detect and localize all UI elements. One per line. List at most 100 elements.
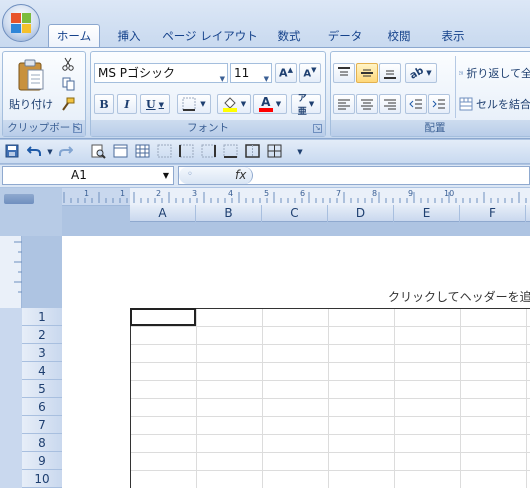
tab-page-layout[interactable]: ページ レイアウト (160, 26, 260, 46)
normal-view-icon[interactable] (134, 144, 150, 160)
row-header-8[interactable]: 8 (22, 434, 62, 452)
customize-qat-icon[interactable]: ▼ (292, 144, 308, 160)
align-center-icon (361, 99, 373, 110)
ruler-toggle[interactable] (4, 194, 34, 204)
tab-formulas[interactable]: 数式 (266, 26, 312, 46)
underline-button[interactable]: U ▼ (140, 94, 170, 114)
active-cell-a1[interactable] (130, 308, 196, 326)
border-outside-icon[interactable] (244, 144, 260, 160)
font-launcher-icon[interactable]: ↘ (313, 124, 322, 133)
ruler-number: 2 (156, 189, 162, 198)
copy-button[interactable] (59, 76, 77, 92)
paint-bucket-icon (222, 97, 237, 112)
chevron-down-icon: ▼ (263, 75, 269, 83)
ruler-number: 10 (444, 189, 455, 198)
border-bottom-icon[interactable] (222, 144, 238, 160)
bold-button[interactable]: B (94, 94, 114, 114)
column-header-d[interactable]: D (328, 205, 394, 222)
paste-icon (18, 59, 44, 91)
row-header-6[interactable]: 6 (22, 398, 62, 416)
column-header-f[interactable]: F (460, 205, 526, 222)
wrap-text-button[interactable]: 折り返して全 (458, 63, 530, 83)
chevron-down-icon: ▼ (275, 100, 282, 108)
row-header-1[interactable]: 1 (22, 308, 62, 326)
border-all-icon[interactable] (266, 144, 282, 160)
select-all-corner[interactable] (0, 188, 62, 236)
font-color-button[interactable]: A ▼ (253, 94, 287, 114)
page-layout-sheet: クリックしてヘッダーを追加 (62, 236, 530, 488)
align-bottom-button[interactable] (379, 63, 401, 83)
formula-input[interactable]: ◦ fx (178, 166, 530, 185)
font-name-combo[interactable]: MS Pゴシック ▼ (94, 63, 228, 83)
row-header-10[interactable]: 10 (22, 470, 62, 488)
row-header-2[interactable]: 2 (22, 326, 62, 344)
italic-button[interactable]: I (117, 94, 137, 114)
insert-function-button[interactable]: ◦ fx (179, 167, 253, 184)
cell-grid[interactable] (130, 308, 530, 488)
increase-indent-button[interactable] (428, 94, 450, 114)
orientation-icon: ab (408, 64, 427, 82)
chevron-down-icon: ▼ (158, 99, 164, 109)
alignment-group-label: 配置 (331, 120, 530, 136)
align-top-button[interactable] (333, 63, 355, 83)
ruler-number: 3 (192, 189, 198, 198)
font-group-label: フォント (91, 120, 325, 136)
name-box[interactable]: A1 ▼ (2, 166, 174, 185)
undo-icon[interactable] (26, 144, 42, 160)
align-middle-button[interactable] (356, 63, 378, 83)
border-left-icon[interactable] (178, 144, 194, 160)
office-button[interactable] (2, 4, 40, 42)
group-divider (455, 56, 456, 118)
save-icon[interactable] (4, 144, 20, 160)
fill-color-button[interactable]: ▼ (217, 94, 251, 114)
decrease-indent-button[interactable] (405, 94, 427, 114)
print-preview-icon[interactable] (90, 144, 106, 160)
column-header-b[interactable]: B (196, 205, 262, 222)
column-header-c[interactable]: C (262, 205, 328, 222)
tab-home[interactable]: ホーム (48, 24, 100, 48)
merge-center-button[interactable]: セルを結合 (458, 94, 530, 114)
ruler-number: 4 (228, 189, 234, 198)
tab-review[interactable]: 校閲 (376, 26, 422, 46)
align-middle-icon (361, 69, 373, 77)
border-right-icon[interactable] (200, 144, 216, 160)
paste-button[interactable]: 貼り付け (7, 54, 55, 116)
column-header-e[interactable]: E (394, 205, 460, 222)
redo-icon[interactable] (58, 144, 74, 160)
increase-indent-icon (432, 99, 445, 109)
column-header-a[interactable]: A (130, 205, 196, 222)
name-box-value: A1 (71, 168, 87, 182)
quick-access-toolbar: ▼ ▼ (0, 140, 530, 164)
row-header-7[interactable]: 7 (22, 416, 62, 434)
borders-button[interactable]: ▼ (177, 94, 211, 114)
row-header-5[interactable]: 5 (22, 380, 62, 398)
clipboard-launcher-icon[interactable]: ↘ (73, 124, 82, 133)
ruler-number: 1 (84, 189, 90, 198)
font-size-combo[interactable]: 11 ▼ (230, 63, 272, 83)
align-center-button[interactable] (356, 94, 378, 114)
align-right-button[interactable] (379, 94, 401, 114)
decrease-indent-icon (409, 99, 422, 109)
row-header-9[interactable]: 9 (22, 452, 62, 470)
italic-icon: I (124, 97, 130, 111)
row-header-3[interactable]: 3 (22, 344, 62, 362)
orientation-button[interactable]: ab ▼ (405, 63, 437, 83)
tab-insert[interactable]: 挿入 (106, 26, 152, 46)
header-placeholder[interactable]: クリックしてヘッダーを追加 (388, 288, 530, 305)
phonetic-guide-button[interactable]: ア亜 ▼ (291, 94, 321, 117)
align-left-button[interactable] (333, 94, 355, 114)
row-header-4[interactable]: 4 (22, 362, 62, 380)
shrink-font-icon: A▼ (303, 66, 317, 80)
page-layout-view-icon[interactable] (112, 144, 128, 160)
format-painter-button[interactable] (59, 96, 77, 112)
tab-view[interactable]: 表示 (430, 26, 476, 46)
cut-button[interactable] (59, 56, 77, 72)
shrink-font-button[interactable]: A▼ (299, 63, 321, 83)
tab-data[interactable]: データ (320, 26, 370, 46)
grow-font-button[interactable]: A▲ (275, 63, 297, 83)
font-size-value: 11 (234, 66, 250, 80)
ribbon-tab-bar: ホーム 挿入 ページ レイアウト 数式 データ 校閲 表示 (0, 0, 530, 48)
border-grid-icon[interactable] (156, 144, 172, 160)
chevron-down-icon[interactable]: ▼ (42, 144, 58, 160)
chevron-down-icon: ▼ (219, 75, 225, 83)
